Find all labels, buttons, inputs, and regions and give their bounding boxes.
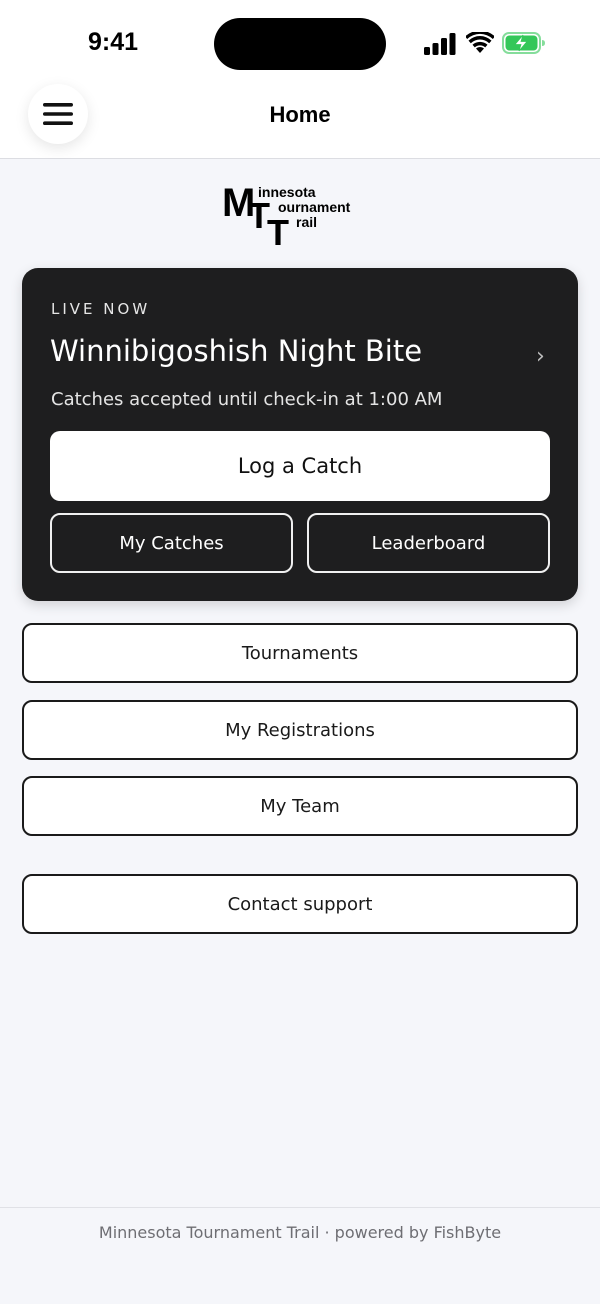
dynamic-island [214,18,386,70]
event-name[interactable]: Winnibigoshish Night Bite [50,334,422,368]
status-time: 9:41 [88,28,139,56]
event-subtitle: Catches accepted until check-in at 1:00 … [51,389,443,410]
my-catches-button[interactable]: My Catches [50,513,293,573]
wifi-icon [466,32,494,53]
page-title: Home [269,102,331,127]
my-registrations-button[interactable]: My Registrations [22,700,578,760]
logo-word-3: rail [296,214,318,230]
status-bar: 9:41 [0,0,600,86]
my-team-button[interactable]: My Team [22,776,578,836]
footer: Minnesota Tournament Trail · powered by … [0,1207,600,1304]
log-catch-button[interactable]: Log a Catch [50,431,550,501]
battery-charging-icon [502,32,545,54]
app-header: Home [0,84,600,159]
logo-word-2: ournament [278,199,351,215]
signal-icon [424,33,456,55]
mtt-logo: M T T innesota ournament rail [222,183,378,253]
live-event-card: LIVE NOW Winnibigoshish Night Bite › Cat… [22,268,578,601]
footer-text: Minnesota Tournament Trail · powered by … [98,1223,502,1242]
logo-word-1: innesota [258,184,316,200]
chevron-right-icon[interactable]: › [536,344,545,369]
live-now-label: LIVE NOW [51,300,151,318]
contact-support-button[interactable]: Contact support [22,874,578,934]
tournaments-button[interactable]: Tournaments [22,623,578,683]
logo-initial-t2: T [267,212,289,253]
leaderboard-button[interactable]: Leaderboard [307,513,550,573]
